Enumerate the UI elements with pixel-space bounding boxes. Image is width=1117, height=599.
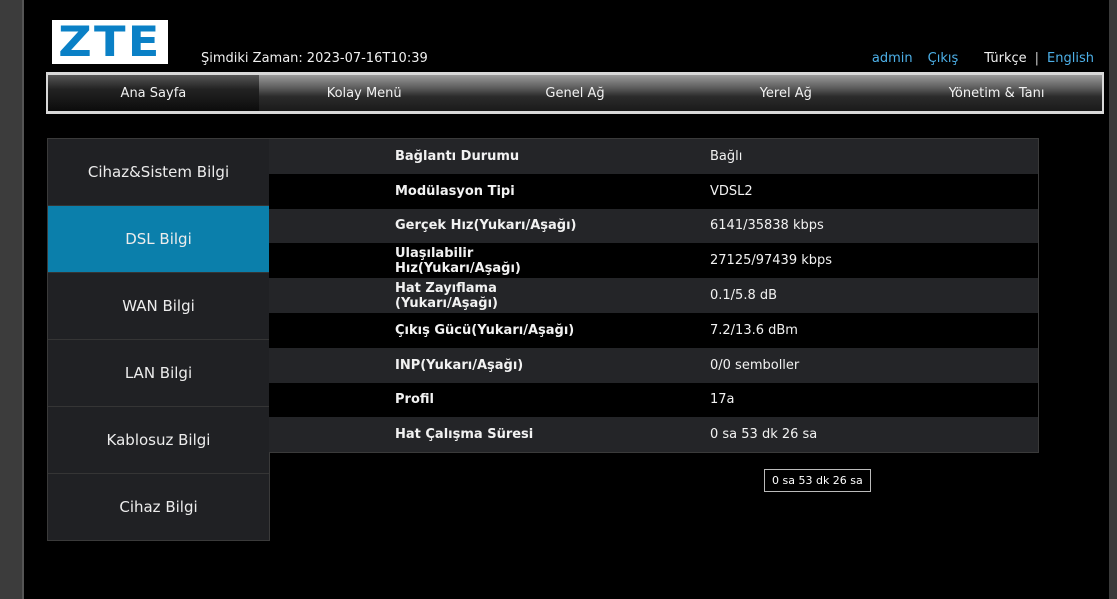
lang-separator: | bbox=[1034, 51, 1040, 66]
logo-text: ZTE bbox=[58, 17, 162, 66]
lang-english[interactable]: English bbox=[1047, 51, 1094, 66]
sidebar-item-kablosuz[interactable]: Kablosuz Bilgi bbox=[48, 407, 269, 474]
row-value: Bağlı bbox=[710, 148, 743, 164]
row-label: Profil bbox=[395, 392, 434, 408]
row-value: VDSL2 bbox=[710, 183, 753, 199]
sidebar: Cihaz&Sistem Bilgi DSL Bilgi WAN Bilgi L… bbox=[47, 138, 270, 541]
sidebar-item-lan[interactable]: LAN Bilgi bbox=[48, 340, 269, 407]
table-row: Profil 17a bbox=[269, 382, 1038, 418]
row-value: 0 sa 53 dk 26 sa bbox=[710, 427, 818, 443]
table-row: Hat Çalışma Süresi 0 sa 53 dk 26 sa bbox=[269, 417, 1038, 453]
row-label: Modülasyon Tipi bbox=[395, 183, 515, 199]
lang-turkish[interactable]: Türkçe bbox=[984, 51, 1026, 66]
row-label: Ulaşılabilir Hız(Yukarı/Aşağı) bbox=[395, 245, 521, 276]
sidebar-item-wan[interactable]: WAN Bilgi bbox=[48, 273, 269, 340]
nav-genel-ag[interactable]: Genel Ağ bbox=[470, 75, 681, 111]
table-row: Gerçek Hız(Yukarı/Aşağı) 6141/35838 kbps bbox=[269, 208, 1038, 244]
row-label: Hat Zayıflama (Yukarı/Aşağı) bbox=[395, 280, 498, 311]
table-row: INP(Yukarı/Aşağı) 0/0 semboller bbox=[269, 347, 1038, 383]
window-right-edge bbox=[1109, 0, 1117, 599]
uptime-tooltip: 0 sa 53 dk 26 sa bbox=[764, 469, 871, 492]
row-label: INP(Yukarı/Aşağı) bbox=[395, 357, 524, 373]
sidebar-item-cihaz[interactable]: Cihaz Bilgi bbox=[48, 474, 269, 540]
dsl-info-table: Bağlantı Durumu Bağlı Modülasyon Tipi VD… bbox=[269, 138, 1039, 454]
nav-yerel-ag[interactable]: Yerel Ağ bbox=[680, 75, 891, 111]
nav-yonetim-tani[interactable]: Yönetim & Tanı bbox=[891, 75, 1102, 111]
sidebar-item-cihaz-sistem[interactable]: Cihaz&Sistem Bilgi bbox=[48, 139, 269, 206]
row-value: 27125/97439 kbps bbox=[710, 253, 833, 269]
table-row: Hat Zayıflama (Yukarı/Aşağı) 0.1/5.8 dB bbox=[269, 278, 1038, 313]
current-time: Şimdiki Zaman: 2023-07-16T10:39 bbox=[201, 51, 432, 66]
time-value: 2023-07-16T10:39 bbox=[306, 51, 428, 66]
zte-logo: ZTE bbox=[52, 20, 168, 64]
table-row: Çıkış Gücü(Yukarı/Aşağı) 7.2/13.6 dBm bbox=[269, 312, 1038, 348]
sidebar-item-dsl[interactable]: DSL Bilgi bbox=[48, 206, 269, 273]
window-left-edge bbox=[0, 0, 24, 599]
time-label: Şimdiki Zaman: bbox=[201, 51, 303, 66]
row-label: Gerçek Hız(Yukarı/Aşağı) bbox=[395, 218, 577, 234]
row-value: 0.1/5.8 dB bbox=[710, 288, 778, 304]
row-value: 7.2/13.6 dBm bbox=[710, 322, 798, 338]
row-value: 0/0 semboller bbox=[710, 357, 800, 373]
nav-kolay-menu[interactable]: Kolay Menü bbox=[259, 75, 470, 111]
logout-link[interactable]: Çıkış bbox=[928, 51, 959, 66]
top-right-links: admin Çıkış Türkçe | English bbox=[872, 51, 1094, 66]
row-label: Hat Çalışma Süresi bbox=[395, 427, 534, 443]
table-row: Bağlantı Durumu Bağlı bbox=[269, 139, 1038, 174]
row-label: Çıkış Gücü(Yukarı/Aşağı) bbox=[395, 322, 575, 338]
nav-ana-sayfa[interactable]: Ana Sayfa bbox=[48, 75, 259, 111]
table-row: Ulaşılabilir Hız(Yukarı/Aşağı) 27125/974… bbox=[269, 243, 1038, 279]
row-value: 6141/35838 kbps bbox=[710, 218, 824, 234]
table-row: Modülasyon Tipi VDSL2 bbox=[269, 173, 1038, 209]
row-value: 17a bbox=[710, 392, 735, 408]
user-link[interactable]: admin bbox=[872, 51, 913, 66]
main-nav: Ana Sayfa Kolay Menü Genel Ağ Yerel Ağ Y… bbox=[46, 72, 1104, 114]
row-label: Bağlantı Durumu bbox=[395, 148, 520, 164]
